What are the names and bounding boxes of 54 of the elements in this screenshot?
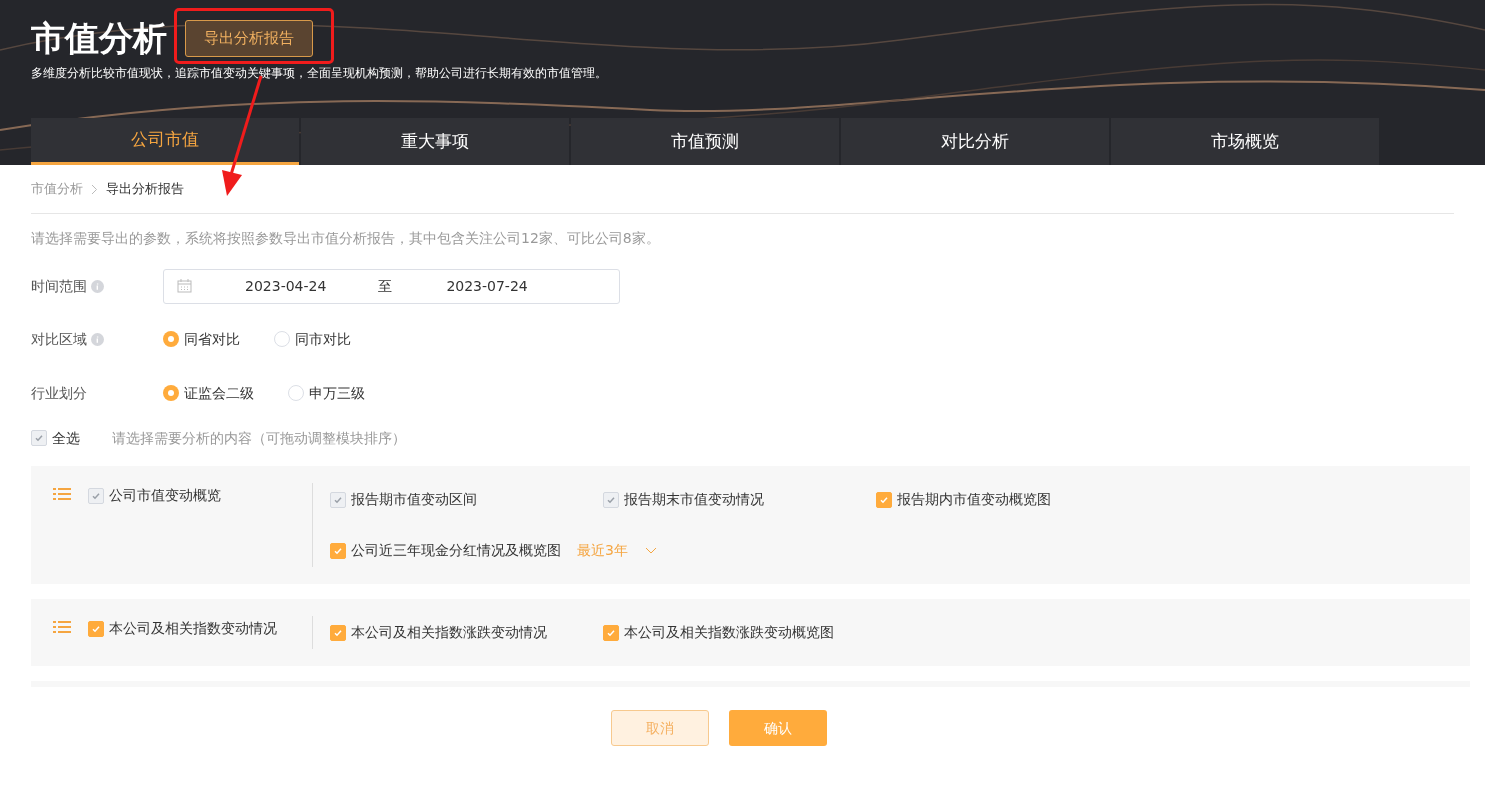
section-title: 本公司及相关指数变动情况 xyxy=(109,619,277,638)
page-title: 市值分析 xyxy=(31,18,167,58)
hint-text: 请选择需要分析的内容（可拖动调整模块排序） xyxy=(112,428,406,448)
radio-button[interactable] xyxy=(163,385,179,401)
export-report-button[interactable]: 导出分析报告 xyxy=(185,19,313,57)
radio-label: 申万三级 xyxy=(309,383,365,403)
option-label: 本公司及相关指数涨跌变动情况 xyxy=(351,623,547,642)
check-icon xyxy=(333,545,343,556)
field-label: 行业划分 xyxy=(31,383,87,403)
select-all-label: 全选 xyxy=(52,428,80,448)
checkbox[interactable] xyxy=(88,620,104,637)
radio-button[interactable] xyxy=(288,385,304,401)
radio-button[interactable] xyxy=(163,331,179,347)
info-icon xyxy=(91,279,104,293)
info-icon xyxy=(91,332,104,346)
drag-list-icon[interactable] xyxy=(53,487,71,501)
page-subtitle: 多维度分析比较市值现状，追踪市值变动关键事项，全面呈现机构预测，帮助公司进行长期有效的市值管理。 xyxy=(31,65,608,82)
chevron-right-icon xyxy=(91,183,98,195)
check-icon xyxy=(879,494,889,505)
option-label: 本公司及相关指数涨跌变动概览图 xyxy=(624,623,834,642)
check-icon xyxy=(34,433,44,443)
intro-text: 请选择需要导出的参数，系统将按照参数导出市值分析报告，其中包含关注公司12家、可比公司8家。 xyxy=(31,229,661,248)
option-label: 公司近三年现金分红情况及概览图 xyxy=(351,541,561,560)
check-icon xyxy=(606,494,616,505)
checkbox[interactable] xyxy=(330,624,346,641)
check-icon xyxy=(333,494,343,505)
nav-tab[interactable]: 公司市值 xyxy=(31,118,299,165)
chevron-down-icon xyxy=(644,547,657,554)
breadcrumb-item: 导出分析报告 xyxy=(106,180,184,199)
range-separator: 至 xyxy=(378,276,393,296)
radio-button[interactable] xyxy=(274,331,290,347)
field-label: 对比区域 xyxy=(31,329,87,349)
option-label: 报告期内市值变动概览图 xyxy=(897,490,1051,509)
nav-tab[interactable]: 市值预测 xyxy=(571,118,839,165)
check-icon xyxy=(91,490,101,501)
date-range-field[interactable]: 2023-04-24 至 2023-07-24 xyxy=(163,268,620,304)
start-date: 2023-04-24 xyxy=(245,276,327,296)
end-date: 2023-07-24 xyxy=(446,276,528,296)
radio-label: 同市对比 xyxy=(295,329,351,349)
check-icon xyxy=(333,627,343,638)
option-label: 报告期市值变动区间 xyxy=(351,490,477,509)
drag-list-icon[interactable] xyxy=(53,620,71,634)
nav-tab[interactable]: 对比分析 xyxy=(841,118,1109,165)
section-title: 公司市值变动概览 xyxy=(109,486,221,505)
calendar-icon xyxy=(177,279,192,293)
nav-tab[interactable]: 市场概览 xyxy=(1111,118,1379,165)
nav-tab[interactable]: 重大事项 xyxy=(301,118,569,165)
radio-label: 证监会二级 xyxy=(184,383,254,403)
field-label: 时间范围 xyxy=(31,276,87,296)
option-label: 报告期末市值变动情况 xyxy=(624,490,764,509)
radio-label: 同省对比 xyxy=(184,329,240,349)
checkbox[interactable] xyxy=(603,624,619,641)
check-icon xyxy=(606,627,616,638)
check-icon xyxy=(91,623,101,634)
